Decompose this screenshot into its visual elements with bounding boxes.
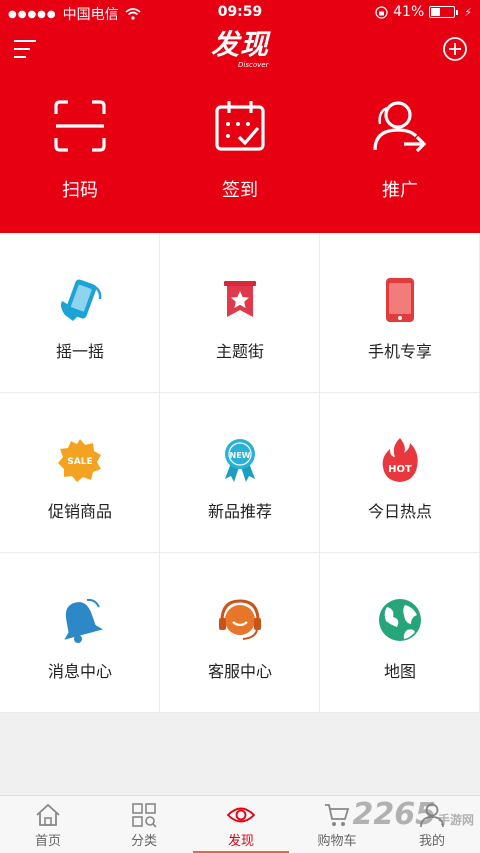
tab-category[interactable]: 分类: [96, 796, 192, 853]
globe-icon: [379, 599, 421, 641]
star-banner-icon: [224, 281, 256, 317]
user-share-icon: [373, 101, 427, 153]
grid-item-customer-service[interactable]: 客服中心: [160, 553, 320, 713]
scan-icon: [54, 100, 106, 152]
mobile-icon: [386, 278, 414, 322]
rotation-lock-icon: [375, 5, 388, 19]
grid-item-label: 客服中心: [207, 662, 272, 681]
quick-action-label: 扫码: [62, 180, 98, 201]
tab-home[interactable]: 首页: [0, 796, 96, 853]
watermark: 2265 手游网: [352, 798, 474, 837]
sale-badge-icon: SALE: [58, 439, 101, 482]
svg-text:NEW: NEW: [230, 451, 251, 460]
grid-item-mobile-exclusive[interactable]: 手机专享: [320, 233, 480, 393]
watermark-site: 手游网: [437, 813, 474, 827]
grid-item-label: 主题街: [215, 342, 264, 361]
grid-item-map[interactable]: 地图: [320, 553, 480, 713]
header: ●●●●● 中国电信 09:59 41% ⚡ 发现 Discover 扫码 签到…: [0, 0, 480, 233]
grid-item-hot-today[interactable]: HOT 今日热点: [320, 393, 480, 553]
grid-item-shake[interactable]: 摇一摇: [0, 233, 160, 393]
quick-action-label: 签到: [222, 180, 258, 201]
grid-item-label: 手机专享: [367, 342, 432, 361]
tab-label: 发现: [227, 834, 254, 849]
feature-grid: 摇一摇 主题街 手机专享 SALE 促销商品 NEW 新品推荐 HOT 今日热点…: [0, 233, 480, 713]
watermark-number: 2265: [352, 797, 436, 832]
quick-action-checkin[interactable]: 签到: [160, 98, 320, 208]
tab-discover[interactable]: 发现: [193, 796, 289, 853]
grid-item-label: 地图: [383, 662, 416, 681]
add-icon[interactable]: [442, 36, 468, 62]
grid-item-label: 促销商品: [47, 502, 112, 521]
battery-percent: 41%: [393, 4, 425, 20]
headset-icon: [219, 599, 261, 640]
cart-icon: [325, 804, 350, 826]
quick-action-promote[interactable]: 推广: [320, 98, 480, 208]
grid-item-promotions[interactable]: SALE 促销商品: [0, 393, 160, 553]
grid-item-new-arrivals[interactable]: NEW 新品推荐: [160, 393, 320, 553]
new-badge-icon: NEW: [225, 439, 255, 482]
app-logo: 发现 Discover: [0, 28, 480, 69]
tab-label: 首页: [34, 834, 61, 849]
eye-icon: [227, 807, 255, 823]
grid-item-label: 消息中心: [47, 662, 112, 681]
quick-action-label: 推广: [382, 180, 418, 201]
grid-item-theme-street[interactable]: 主题街: [160, 233, 320, 393]
charging-icon: ⚡: [464, 5, 472, 19]
grid-item-label: 新品推荐: [207, 502, 272, 521]
svg-text:HOT: HOT: [388, 464, 412, 475]
category-icon: [132, 803, 157, 828]
bell-icon: [64, 598, 103, 643]
grid-item-messages[interactable]: 消息中心: [0, 553, 160, 713]
shake-phone-icon: [61, 279, 102, 321]
calendar-check-icon: [215, 101, 265, 151]
home-icon: [36, 803, 60, 826]
quick-action-scan[interactable]: 扫码: [0, 98, 160, 208]
logo-subtitle: Discover: [238, 61, 269, 69]
logo-text: 发现: [210, 28, 269, 61]
tab-label: 分类: [130, 834, 157, 849]
status-bar: ●●●●● 中国电信 09:59 41% ⚡: [0, 0, 480, 26]
nav-bar: 发现 Discover: [0, 26, 480, 74]
hot-flame-icon: HOT: [382, 438, 418, 482]
grid-item-label: 摇一摇: [55, 342, 104, 361]
grid-item-label: 今日热点: [367, 502, 432, 521]
svg-text:SALE: SALE: [67, 457, 92, 467]
battery-icon: [429, 6, 459, 18]
